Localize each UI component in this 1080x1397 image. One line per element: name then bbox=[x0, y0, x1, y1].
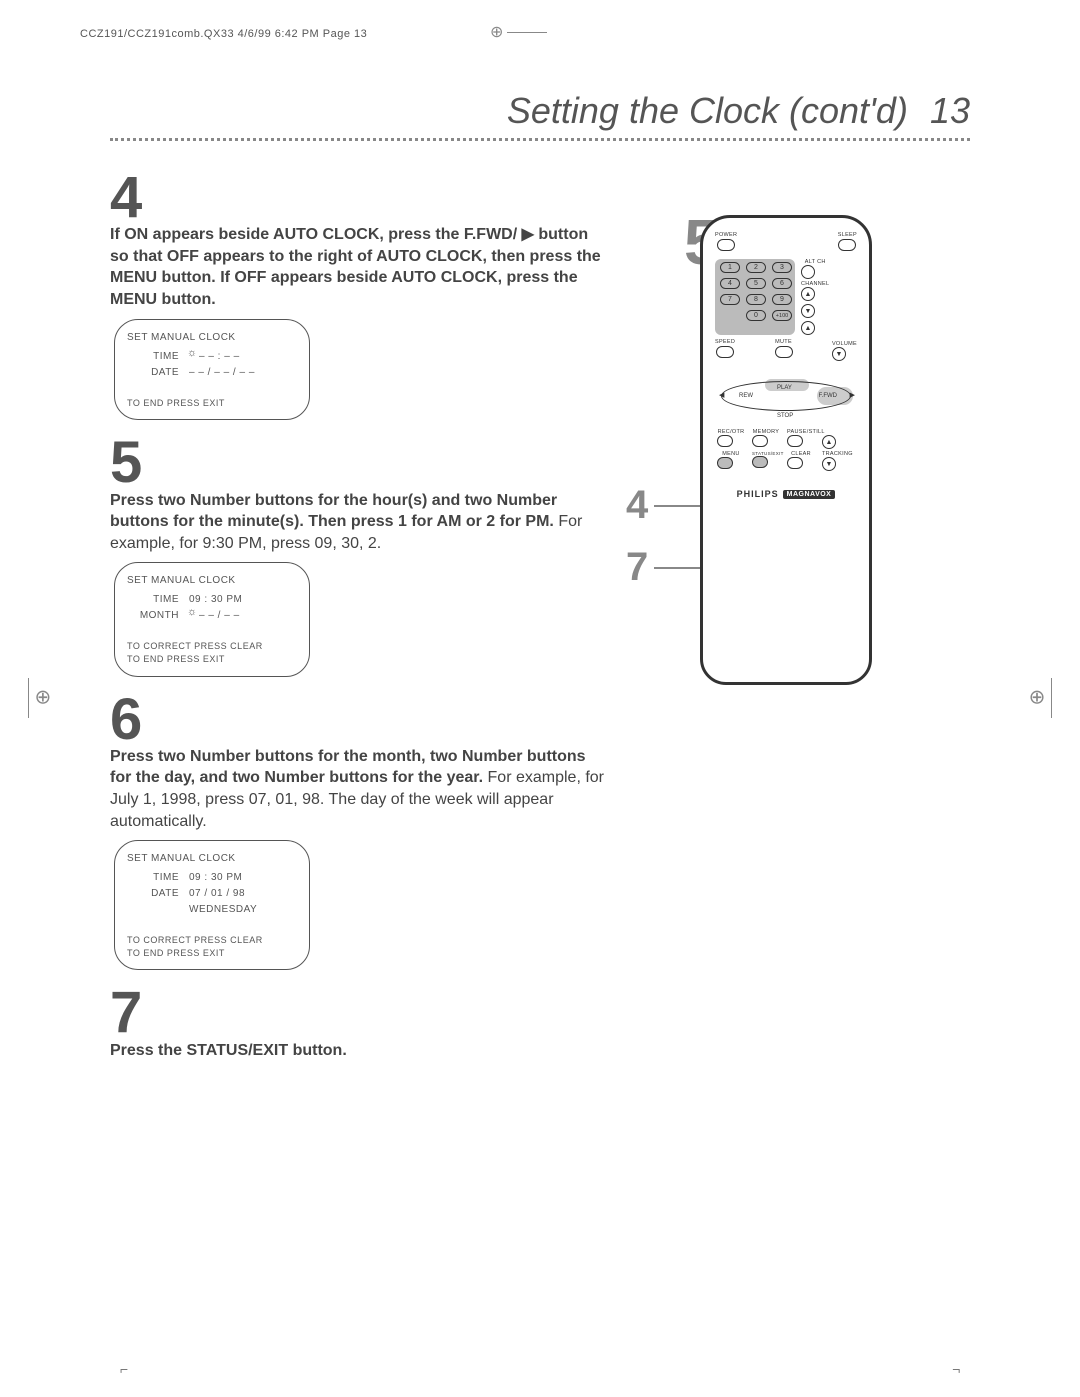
memory-button[interactable] bbox=[752, 435, 768, 447]
mute-button[interactable] bbox=[775, 346, 793, 358]
play-label[interactable]: PLAY bbox=[777, 385, 792, 391]
num-8-button[interactable]: 8 bbox=[746, 294, 766, 305]
tracking-down-button[interactable]: ▼ bbox=[822, 457, 836, 471]
sleep-button[interactable] bbox=[838, 239, 856, 251]
num-2-button[interactable]: 2 bbox=[746, 262, 766, 273]
step-6-text: Press two Number buttons for the month, … bbox=[110, 746, 610, 832]
screen6-footer2: TO END PRESS EXIT bbox=[127, 947, 297, 960]
screen5-footer2: TO END PRESS EXIT bbox=[127, 653, 297, 666]
callout-7: 7 bbox=[626, 545, 648, 590]
step-4-text: If ON appears beside AUTO CLOCK, press t… bbox=[110, 224, 610, 310]
recotr-button[interactable] bbox=[717, 435, 733, 447]
tracking-up-button[interactable]: ▲ bbox=[822, 435, 836, 449]
left-arrow-icon: ◀ bbox=[719, 391, 724, 399]
step-6-number: 6 bbox=[110, 695, 610, 744]
ffwd-label[interactable]: F.FWD bbox=[819, 393, 837, 399]
statusexit-button[interactable] bbox=[752, 456, 768, 468]
altch-label: ALT CH bbox=[801, 259, 829, 265]
speed-button[interactable] bbox=[716, 346, 734, 358]
clear-button[interactable] bbox=[787, 457, 803, 469]
altch-button[interactable] bbox=[801, 265, 815, 279]
stop-label[interactable]: STOP bbox=[777, 413, 793, 419]
num-6-button[interactable]: 6 bbox=[772, 278, 792, 289]
screen4-date-label: DATE bbox=[127, 365, 189, 381]
num-5-button[interactable]: 5 bbox=[746, 278, 766, 289]
screen4-time-value: – – : – – bbox=[199, 349, 240, 365]
pausestill-label: PAUSE/STILL bbox=[787, 429, 815, 435]
screen6-date-value: 07 / 01 / 98 bbox=[189, 886, 245, 902]
magnavox-badge: MAGNAVOX bbox=[783, 490, 836, 499]
dotted-rule bbox=[110, 138, 970, 141]
channel-up-button[interactable]: ▲ bbox=[801, 287, 815, 301]
screen6-footer1: TO CORRECT PRESS CLEAR bbox=[127, 934, 297, 947]
page-title-row: Setting the Clock (cont'd) 13 bbox=[110, 90, 970, 132]
step-5-screen: SET MANUAL CLOCK TIME 09 : 30 PM MONTH –… bbox=[114, 562, 310, 676]
mute-label: MUTE bbox=[775, 339, 793, 345]
step-5-text: Press two Number buttons for the hour(s)… bbox=[110, 490, 610, 555]
plus100-button[interactable]: +100 bbox=[772, 310, 792, 321]
screen6-date-label: DATE bbox=[127, 886, 189, 902]
step-7-number: 7 bbox=[110, 988, 610, 1037]
screen4-date-value: – – / – – / – – bbox=[189, 365, 255, 381]
page-number: 13 bbox=[930, 90, 970, 132]
corner-mark-left: ⌐ bbox=[120, 1361, 128, 1377]
remote-control: POWER SLEEP 1 2 bbox=[700, 215, 872, 685]
step-4-screen: SET MANUAL CLOCK TIME – – : – – DATE – –… bbox=[114, 319, 310, 421]
right-arrow-icon: ▶ bbox=[850, 391, 855, 399]
callout-4: 4 bbox=[626, 483, 648, 528]
screen5-time-label: TIME bbox=[127, 592, 189, 608]
recotr-label: REC/OTR bbox=[717, 429, 745, 435]
volume-down-button[interactable]: ▼ bbox=[832, 347, 846, 361]
screen6-time-label: TIME bbox=[127, 870, 189, 886]
num-3-button[interactable]: 3 bbox=[772, 262, 792, 273]
num-7-button[interactable]: 7 bbox=[720, 294, 740, 305]
corner-mark-right: ⌐ bbox=[952, 1361, 960, 1377]
screen4-header: SET MANUAL CLOCK bbox=[127, 330, 297, 346]
screen5-month-label: MONTH bbox=[127, 608, 189, 624]
num-9-button[interactable]: 9 bbox=[772, 294, 792, 305]
sun-icon bbox=[189, 608, 199, 618]
rew-label[interactable]: REW bbox=[739, 393, 753, 399]
channel-label: CHANNEL bbox=[801, 281, 829, 287]
step-5-number: 5 bbox=[110, 438, 610, 487]
screen6-time-value: 09 : 30 PM bbox=[189, 870, 242, 886]
dpad: PLAY REW F.FWD STOP ◀ ▶ bbox=[721, 369, 851, 423]
statusexit-label: STATUS/EXIT bbox=[752, 451, 780, 456]
power-button[interactable] bbox=[717, 239, 735, 251]
step-5-bold: Press two Number buttons for the hour(s)… bbox=[110, 492, 557, 531]
step-4-bold: If ON appears beside AUTO CLOCK, press t… bbox=[110, 226, 601, 308]
sleep-label: SLEEP bbox=[838, 232, 857, 238]
crop-mark-left: ⊕ bbox=[28, 678, 51, 718]
screen4-time-label: TIME bbox=[127, 349, 189, 365]
power-label: POWER bbox=[715, 232, 737, 238]
num-1-button[interactable]: 1 bbox=[720, 262, 740, 273]
remote-brand: PHILIPSMAGNAVOX bbox=[715, 489, 857, 499]
pausestill-button[interactable] bbox=[787, 435, 803, 447]
screen6-header: SET MANUAL CLOCK bbox=[127, 851, 297, 867]
page-title: Setting the Clock (cont'd) bbox=[507, 90, 908, 131]
crop-mark-right: ⊕ bbox=[1029, 678, 1052, 718]
speed-label: SPEED bbox=[715, 339, 735, 345]
screen6-day-value: WEDNESDAY bbox=[189, 902, 257, 918]
step-6-screen: SET MANUAL CLOCK TIME 09 : 30 PM DATE 07… bbox=[114, 840, 310, 970]
num-4-button[interactable]: 4 bbox=[720, 278, 740, 289]
step-7-text: Press the STATUS/EXIT button. bbox=[110, 1040, 610, 1062]
memory-label: MEMORY bbox=[752, 429, 780, 435]
num-0-button[interactable]: 0 bbox=[746, 310, 766, 321]
sun-icon bbox=[189, 349, 199, 359]
screen5-header: SET MANUAL CLOCK bbox=[127, 573, 297, 589]
step-7-bold: Press the STATUS/EXIT button. bbox=[110, 1042, 347, 1059]
screen5-month-value: – – / – – bbox=[199, 608, 240, 624]
tracking-label: TRACKING bbox=[822, 451, 850, 457]
volume-label: VOLUME bbox=[832, 341, 857, 347]
screen5-footer1: TO CORRECT PRESS CLEAR bbox=[127, 640, 297, 653]
channel-down-button[interactable]: ▼ bbox=[801, 304, 815, 318]
menu-button[interactable] bbox=[717, 457, 733, 469]
step-4-number: 4 bbox=[110, 173, 610, 222]
clear-label: CLEAR bbox=[787, 451, 815, 457]
screen4-footer: TO END PRESS EXIT bbox=[127, 397, 297, 410]
extra-button[interactable]: ▲ bbox=[801, 321, 815, 335]
